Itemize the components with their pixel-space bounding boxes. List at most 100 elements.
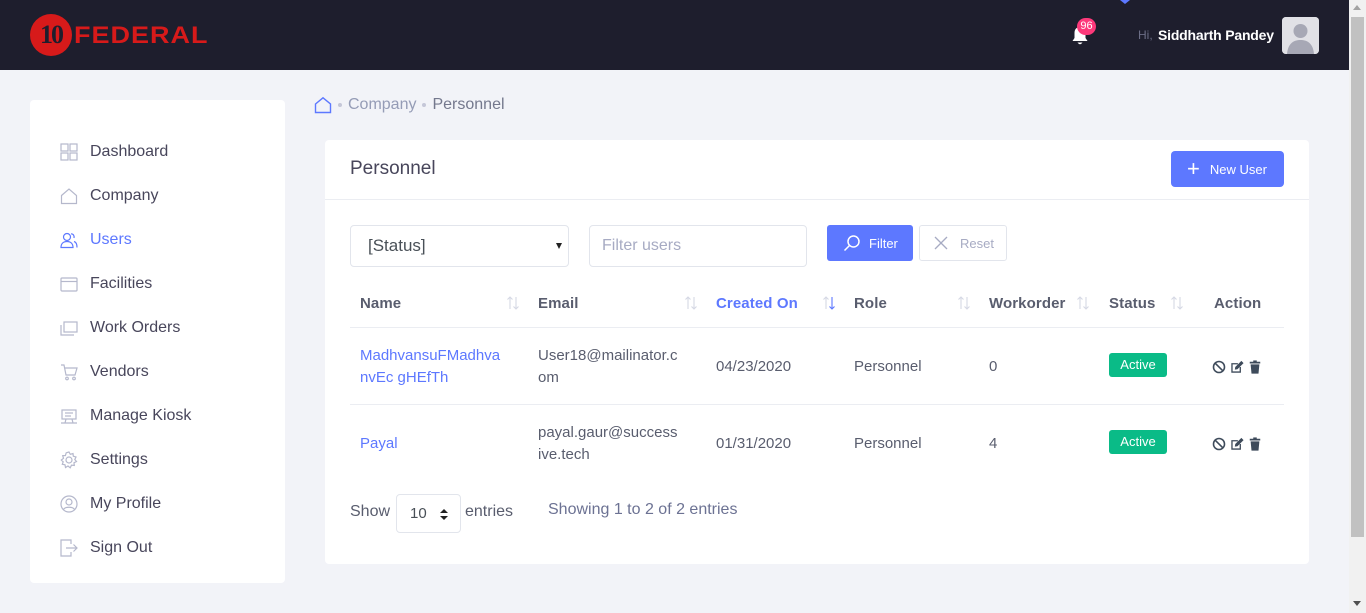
sort-desc-icon[interactable] xyxy=(822,295,836,311)
role: Personnel xyxy=(854,435,922,452)
block-icon[interactable] xyxy=(1212,436,1226,452)
user-name-link[interactable]: MadhvansuFMadhva nvEc gHEfTh xyxy=(360,345,500,389)
column-header-name[interactable]: Name xyxy=(360,295,401,312)
role: Personnel xyxy=(854,358,922,375)
user-email: payal.gaur@success ive.tech xyxy=(538,422,677,466)
home-icon[interactable] xyxy=(314,96,332,114)
email-line: payal.gaur@success xyxy=(538,424,678,441)
notification-badge[interactable]: 96 xyxy=(1077,18,1096,35)
sidebar-item-label: Users xyxy=(90,231,132,248)
sidebar-item-label: Vendors xyxy=(90,363,149,380)
page-length-select[interactable]: 10 xyxy=(396,494,461,533)
user-name[interactable]: Siddharth Pandey xyxy=(1158,27,1274,43)
logo-text: FEDERAL xyxy=(74,21,209,49)
edit-icon[interactable] xyxy=(1230,436,1244,452)
sidebar-item-work-orders[interactable]: Work Orders xyxy=(30,313,285,343)
status-badge: Active xyxy=(1109,430,1167,454)
sidebar-item-facilities[interactable]: Facilities xyxy=(30,269,285,299)
sidebar-item-label: Dashboard xyxy=(90,143,169,160)
email-line: om xyxy=(538,369,559,386)
user-name-link[interactable]: Payal xyxy=(360,433,398,455)
trash-icon[interactable] xyxy=(1248,359,1262,375)
column-header-role[interactable]: Role xyxy=(854,295,887,312)
sort-icon[interactable] xyxy=(506,295,520,311)
block-icon[interactable] xyxy=(1212,359,1226,375)
avatar[interactable] xyxy=(1282,17,1319,54)
show-label: Show xyxy=(350,503,391,520)
vertical-scrollbar[interactable] xyxy=(1349,0,1366,613)
sidebar-item-vendors[interactable]: Vendors xyxy=(30,357,285,387)
search-icon xyxy=(843,235,860,252)
top-bar: 10 FEDERAL 96 Hi, Siddharth Pandey xyxy=(0,0,1366,70)
sign-out-icon xyxy=(60,539,78,557)
filter-button[interactable]: Filter xyxy=(827,225,913,261)
sidebar-item-label: Manage Kiosk xyxy=(90,407,192,424)
filter-users-input[interactable] xyxy=(589,225,807,267)
logo[interactable]: 10 FEDERAL xyxy=(30,14,209,56)
facilities-icon xyxy=(60,277,78,292)
logo-mark: 10 xyxy=(30,14,72,56)
sidebar-item-company[interactable]: Company xyxy=(30,181,285,211)
scroll-down-arrow-icon[interactable] xyxy=(1353,601,1361,606)
column-header-status[interactable]: Status xyxy=(1109,295,1155,312)
page-title: Personnel xyxy=(350,158,436,179)
sidebar-item-label: My Profile xyxy=(90,495,162,512)
sort-icon[interactable] xyxy=(957,295,971,311)
status-badge: Active xyxy=(1109,353,1167,377)
card-header: Personnel + New User xyxy=(325,140,1309,200)
sidebar-item-dashboard[interactable]: Dashboard xyxy=(30,137,285,167)
work-orders-icon xyxy=(60,321,78,336)
sidebar-item-label: Work Orders xyxy=(90,319,181,336)
sidebar-item-users[interactable]: Users xyxy=(30,225,285,255)
column-header-created-on[interactable]: Created On xyxy=(716,295,798,312)
home-icon xyxy=(60,188,78,205)
trash-icon[interactable] xyxy=(1248,436,1262,452)
sidebar-item-sign-out[interactable]: Sign Out xyxy=(30,533,285,563)
status-select[interactable]: [Status] xyxy=(350,225,569,267)
sidebar-item-manage-kiosk[interactable]: Manage Kiosk xyxy=(30,401,285,431)
email-line: User18@mailinator.c xyxy=(538,347,678,364)
sort-icon[interactable] xyxy=(684,295,698,311)
new-user-label: New User xyxy=(1209,161,1267,177)
up-down-arrows-icon xyxy=(440,509,448,520)
breadcrumb-separator xyxy=(338,103,342,107)
breadcrumb-company[interactable]: Company xyxy=(348,96,416,114)
email-line: ive.tech xyxy=(538,446,590,463)
page-length-value: 10 xyxy=(410,505,427,522)
sidebar-item-label: Company xyxy=(90,187,159,204)
edit-icon[interactable] xyxy=(1230,359,1244,375)
profile-icon xyxy=(60,495,78,513)
sort-icon[interactable] xyxy=(1076,295,1090,311)
sort-icon[interactable] xyxy=(1170,295,1184,311)
table-info: Showing 1 to 2 of 2 entries xyxy=(548,501,738,518)
filter-label: Filter xyxy=(869,235,898,251)
scroll-up-arrow-icon[interactable] xyxy=(1353,5,1361,10)
column-header-workorder[interactable]: Workorder xyxy=(989,295,1065,312)
column-header-action: Action xyxy=(1214,295,1262,312)
breadcrumb: Company Personnel xyxy=(314,95,505,115)
header-divider xyxy=(350,327,1284,328)
created-on: 01/31/2020 xyxy=(716,435,792,452)
breadcrumb-separator xyxy=(422,103,427,107)
row-actions xyxy=(1212,359,1262,375)
new-user-button[interactable]: + New User xyxy=(1171,151,1284,187)
sidebar: Dashboard Company Users Facilities Work … xyxy=(30,100,285,583)
column-header-email[interactable]: Email xyxy=(538,295,579,312)
cart-icon xyxy=(61,364,78,381)
users-icon xyxy=(60,232,78,249)
row-divider xyxy=(350,404,1284,405)
caret-down-icon xyxy=(556,243,562,249)
name-line: MadhvansuFMadhva xyxy=(360,347,501,364)
sidebar-item-my-profile[interactable]: My Profile xyxy=(30,489,285,519)
scrollbar-thumb[interactable] xyxy=(1351,17,1364,537)
reset-button[interactable]: Reset xyxy=(919,225,1007,261)
dashboard-icon xyxy=(60,143,78,161)
sidebar-item-settings[interactable]: Settings xyxy=(30,445,285,475)
workorder-count: 0 xyxy=(989,358,998,375)
status-select-value: [Status] xyxy=(368,236,426,255)
entries-label: entries xyxy=(465,503,514,520)
personnel-card: Personnel + New User [Status] Filter Res… xyxy=(325,140,1309,564)
row-actions xyxy=(1212,436,1262,452)
dropdown-caret-icon xyxy=(1120,0,1130,4)
kiosk-icon xyxy=(61,409,77,424)
